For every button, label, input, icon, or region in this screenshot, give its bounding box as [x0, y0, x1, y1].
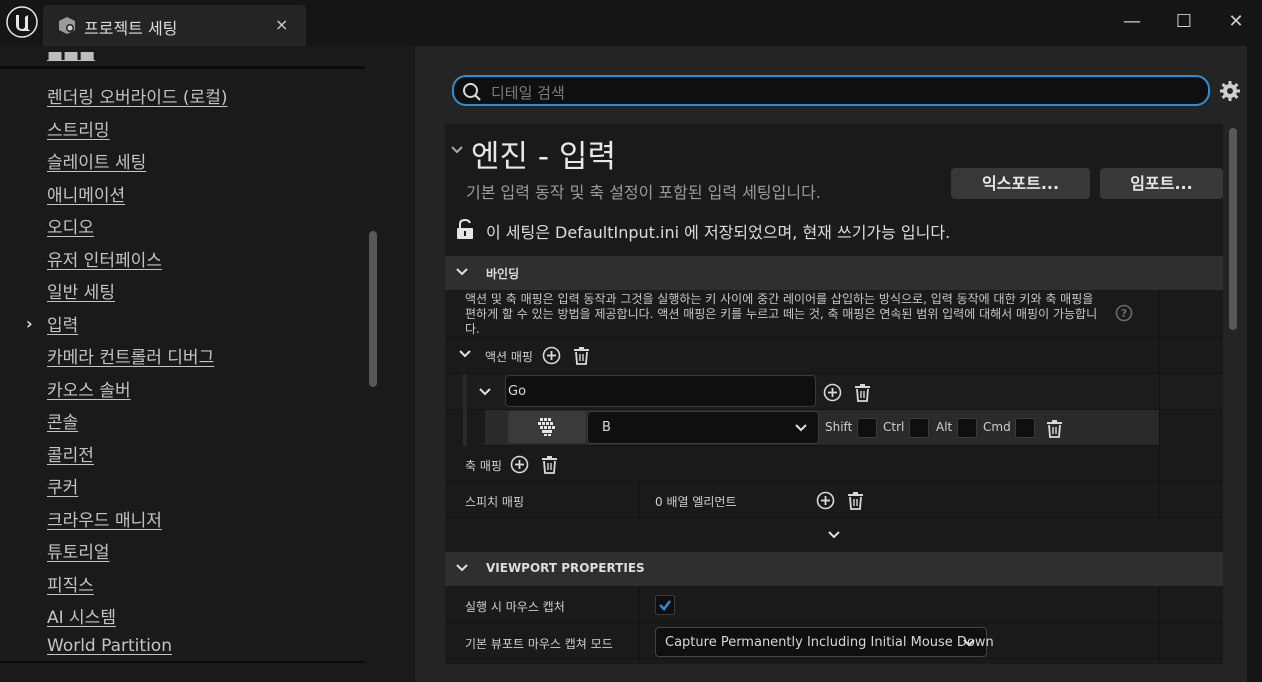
unlock-icon	[457, 219, 473, 239]
column-divider	[1159, 587, 1160, 663]
unreal-logo-icon[interactable]	[6, 6, 38, 38]
project-settings-tab[interactable]: 프로젝트 세팅 ×	[43, 5, 306, 47]
sidebar-item-clipped: ■■■	[47, 52, 96, 64]
delete-axis-mappings-icon[interactable]	[540, 455, 559, 474]
keyboard-icon	[538, 418, 555, 436]
details-scrollbar[interactable]	[1229, 128, 1237, 330]
checkmark-icon	[659, 600, 671, 611]
sidebar-item-rendering-override[interactable]: 렌더링 오버라이드 (로컬)	[47, 83, 227, 108]
sidebar-bottom-divider	[0, 661, 365, 663]
collapse-chevron-icon[interactable]	[449, 144, 465, 156]
delete-speech-mappings-icon[interactable]	[846, 491, 865, 510]
column-divider	[639, 482, 640, 518]
import-button[interactable]: 임포트...	[1100, 168, 1223, 199]
modifier-ctrl-label: Ctrl	[883, 420, 905, 434]
viewport-section-header[interactable]: VIEWPORT PROPERTIES	[445, 552, 1223, 586]
action-mappings-label: 액션 매핑	[485, 350, 533, 364]
sidebar-item-streaming[interactable]: 스트리밍	[47, 116, 110, 141]
minimize-button[interactable]: —	[1117, 9, 1147, 35]
modifier-ctrl-checkbox[interactable]	[909, 418, 929, 438]
details-search-input[interactable]: 디테일 검색	[452, 75, 1210, 106]
svg-text:?: ?	[1121, 307, 1127, 320]
sidebar-divider	[0, 66, 365, 69]
column-divider	[639, 587, 640, 663]
action-name-value: Go	[508, 384, 527, 399]
delete-action-icon[interactable]	[853, 383, 872, 402]
sidebar-item-input[interactable]: 입력	[47, 311, 78, 336]
page-title: 엔진 - 입력	[471, 139, 616, 175]
column-divider	[1159, 290, 1160, 518]
sidebar-item-crowd-manager[interactable]: 크라우드 매니저	[47, 506, 162, 531]
search-icon	[463, 83, 481, 101]
page-description: 기본 입력 동작 및 축 설정이 포함된 입력 세팅입니다.	[466, 183, 821, 202]
sidebar-item-console[interactable]: 콘솔	[47, 408, 78, 433]
sidebar-item-user-interface[interactable]: 유저 인터페이스	[47, 246, 162, 271]
sidebar-item-animation[interactable]: 애니메이션	[47, 181, 125, 206]
delete-action-mappings-icon[interactable]	[572, 346, 591, 365]
sidebar-item-camera-debug[interactable]: 카메라 컨트롤러 디버그	[47, 343, 214, 368]
maximize-button[interactable]: ☐	[1169, 9, 1199, 35]
key-selector-button[interactable]	[508, 411, 586, 443]
config-file-notice: 이 세팅은 DefaultInput.ini 에 저장되었으며, 현재 쓰기가능…	[486, 223, 951, 242]
speech-mappings-label: 스피치 매핑	[465, 495, 525, 509]
bindings-section-label: 바인딩	[486, 267, 520, 281]
modifier-shift-label: Shift	[825, 420, 853, 434]
project-settings-icon	[59, 17, 75, 34]
axis-mappings-label: 축 매핑	[465, 459, 502, 473]
gear-icon[interactable]	[1219, 80, 1241, 102]
chevron-down-icon	[963, 639, 975, 647]
delete-key-icon[interactable]	[1045, 419, 1064, 438]
capture-mode-label: 기본 뷰포트 마우스 캡쳐 모드	[465, 637, 613, 651]
sidebar-item-collision[interactable]: 콜리전	[47, 441, 94, 466]
capture-mode-value: Capture Permanently Including Initial Mo…	[665, 635, 994, 650]
modifier-cmd-label: Cmd	[983, 420, 1011, 434]
chevron-down-icon	[456, 268, 468, 276]
help-icon[interactable]: ?	[1115, 304, 1133, 322]
close-button[interactable]: ✕	[1221, 9, 1251, 35]
sidebar-item-cooker[interactable]: 쿠커	[47, 473, 78, 498]
sidebar-item-ai-system[interactable]: AI 시스템	[47, 603, 116, 628]
bindings-description: 액션 및 축 매핑은 입력 동작과 그것을 실행하는 키 사이에 중간 레이어를…	[465, 292, 1098, 336]
chevron-down-icon[interactable]	[478, 386, 492, 398]
export-button[interactable]: 익스포트...	[951, 168, 1090, 199]
add-speech-mapping-icon[interactable]	[816, 491, 835, 510]
add-action-mapping-icon[interactable]	[542, 346, 561, 365]
capture-mode-dropdown[interactable]: Capture Permanently Including Initial Mo…	[655, 627, 994, 657]
bindings-section-header[interactable]: 바인딩	[445, 256, 1223, 290]
key-select-value: B	[602, 420, 611, 435]
sidebar-item-tutorial[interactable]: 튜토리얼	[47, 538, 110, 563]
chevron-right-icon: ›	[26, 314, 33, 333]
sidebar-item-physics[interactable]: 피직스	[47, 571, 94, 596]
sidebar-scrollbar[interactable]	[369, 231, 377, 387]
viewport-section-label: VIEWPORT PROPERTIES	[486, 561, 645, 575]
chevron-down-icon	[795, 424, 807, 432]
speech-mappings-count: 0 배열 엘리먼트	[655, 495, 737, 509]
modifier-cmd-checkbox[interactable]	[1015, 418, 1035, 438]
add-axis-mapping-icon[interactable]	[510, 455, 529, 474]
title-bar: 프로젝트 세팅 × — ☐ ✕	[0, 0, 1262, 47]
axis-mappings-row	[445, 446, 1223, 482]
indent-guide	[463, 374, 467, 446]
tab-title: 프로젝트 세팅	[84, 19, 178, 38]
chevron-down-icon	[456, 564, 468, 572]
modifier-shift-checkbox[interactable]	[857, 418, 877, 438]
sidebar-item-slate[interactable]: 슬레이트 세팅	[47, 148, 146, 173]
capture-on-launch-label: 실행 시 마우스 캡처	[465, 600, 565, 614]
key-select-dropdown[interactable]: B	[587, 411, 819, 444]
capture-on-launch-checkbox[interactable]	[655, 595, 675, 615]
sidebar-item-chaos-solver[interactable]: 카오스 솔버	[47, 376, 131, 401]
add-key-icon[interactable]	[823, 383, 842, 402]
sidebar-item-audio[interactable]: 오디오	[47, 213, 94, 238]
expand-advanced-icon[interactable]	[827, 530, 841, 540]
tab-close-icon[interactable]: ×	[275, 15, 288, 34]
modifier-alt-label: Alt	[936, 420, 953, 434]
action-name-input[interactable]: Go	[505, 375, 816, 407]
search-placeholder: 디테일 검색	[491, 84, 565, 102]
action-mappings-row	[445, 338, 1223, 374]
chevron-down-icon[interactable]	[458, 348, 472, 360]
sidebar-item-general[interactable]: 일반 세팅	[47, 278, 115, 303]
sidebar-item-world-partition[interactable]: World Partition	[47, 636, 172, 656]
modifier-alt-checkbox[interactable]	[957, 418, 977, 438]
